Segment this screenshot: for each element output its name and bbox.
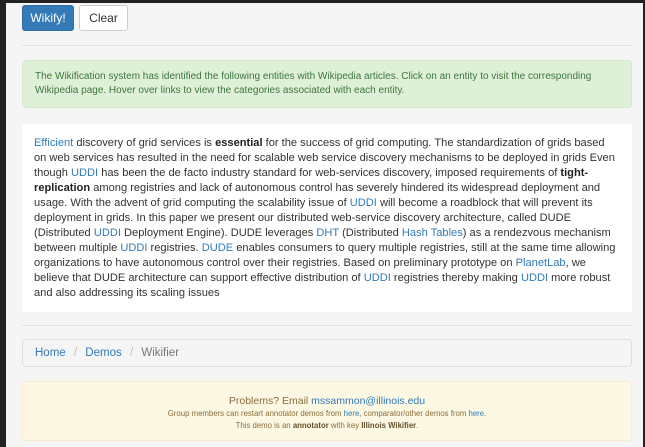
window-left-border <box>0 0 6 447</box>
entity-link[interactable]: UDDI <box>521 272 548 284</box>
breadcrumb-home-link[interactable]: Home <box>35 347 66 359</box>
divider <box>22 325 632 326</box>
breadcrumb: Home / Demos / Wikifier <box>22 339 632 367</box>
footer-notice: Problems? Email mssammon@illinois.edu Gr… <box>22 381 632 441</box>
footer-annotator-line: This demo is an annotator with key Illin… <box>23 420 631 432</box>
footer-restart-line: Group members can restart annotator demo… <box>23 408 631 420</box>
wikified-text-panel: Efficient discovery of grid services is … <box>22 124 632 312</box>
entity-link[interactable]: DUDE <box>202 242 233 254</box>
footer-problems-line: Problems? Email mssammon@illinois.edu <box>23 394 631 408</box>
footer-annotator-prefix: This demo is an <box>235 421 293 430</box>
entity-link[interactable]: UDDI <box>364 272 391 284</box>
text-run: discovery of grid services is <box>73 137 216 149</box>
window-top-border <box>0 0 645 3</box>
breadcrumb-separator: / <box>129 347 134 359</box>
footer-restart-suffix: . <box>484 409 487 418</box>
footer-annotator-middle: with key <box>328 421 362 430</box>
footer-restart-text: Group members can restart annotator demo… <box>167 409 344 418</box>
emphasized-term: essential <box>215 137 263 149</box>
footer-problems-text: Problems? Email <box>228 395 312 407</box>
footer-restart-middle: , comparator/other demos from <box>359 409 469 418</box>
breadcrumb-separator: / <box>73 347 78 359</box>
alert-text: The Wikification system has identified t… <box>35 71 592 96</box>
breadcrumb-current: Wikifier <box>141 347 180 359</box>
footer-annotator-word: annotator <box>292 421 329 430</box>
clear-button[interactable]: Clear <box>79 5 128 31</box>
entity-link[interactable]: DHT <box>316 227 339 239</box>
text-run: has been the de facto industry standard … <box>98 167 561 179</box>
entity-link[interactable]: UDDI <box>94 227 121 239</box>
footer-annotator-suffix: . <box>416 421 419 430</box>
text-run: (Distributed <box>339 227 402 239</box>
footer-other-demos-link[interactable]: here <box>468 409 484 418</box>
text-run: registries. <box>147 242 202 254</box>
entity-link[interactable]: Efficient <box>34 137 73 149</box>
success-alert: The Wikification system has identified t… <box>22 60 632 108</box>
footer-annotator-key: Illinois Wikifier <box>361 421 417 430</box>
wikified-text: Efficient discovery of grid services is … <box>34 137 615 299</box>
breadcrumb-demos-link[interactable]: Demos <box>85 347 121 359</box>
entity-link[interactable]: Hash Tables <box>402 227 463 239</box>
footer-restart-link[interactable]: here <box>344 409 360 418</box>
divider <box>22 45 632 46</box>
entity-link[interactable]: UDDI <box>120 242 147 254</box>
text-run: Deployment Engine). DUDE leverages <box>120 227 317 239</box>
footer-email-link[interactable]: mssammon@illinois.edu <box>311 395 425 407</box>
entity-link[interactable]: UDDI <box>71 167 98 179</box>
entity-link[interactable]: UDDI <box>350 197 377 209</box>
entity-link[interactable]: PlanetLab <box>516 257 566 269</box>
text-run: registries thereby making <box>390 272 521 284</box>
wikify-button[interactable]: Wikify! <box>22 5 74 31</box>
